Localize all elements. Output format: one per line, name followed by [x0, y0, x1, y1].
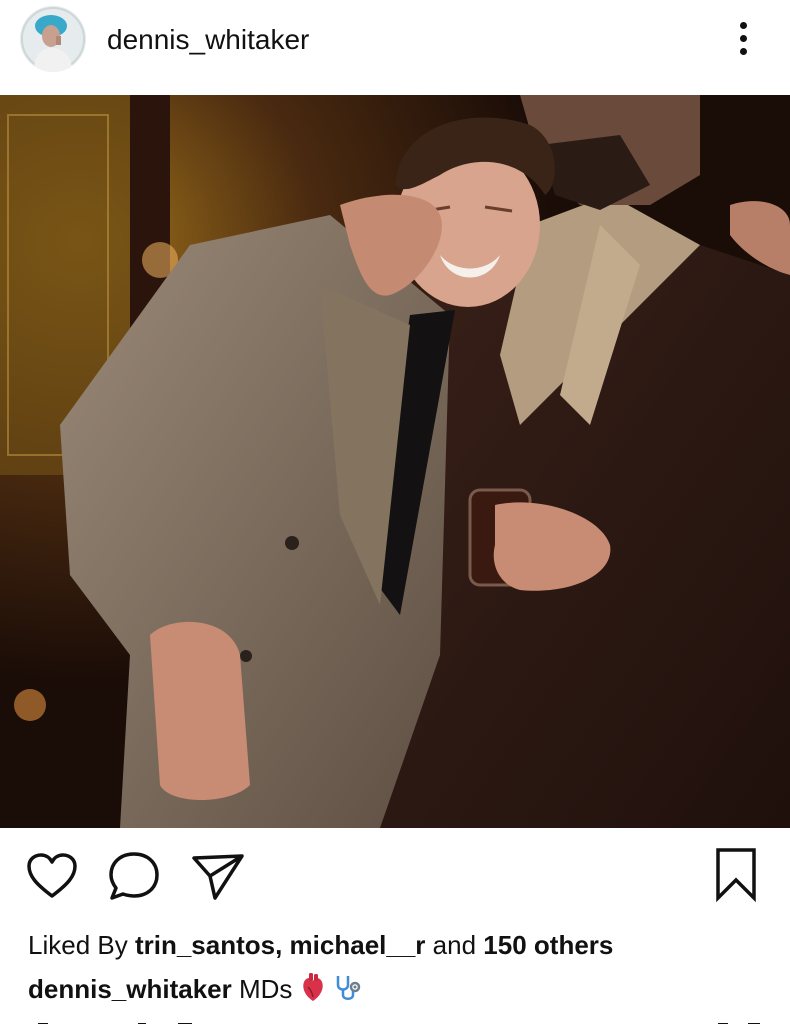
liked-by-text: Liked By trin_santos, michael__r and 150…: [28, 928, 613, 962]
caption-username[interactable]: dennis_whitaker: [28, 974, 232, 1004]
liked-by-prefix: Liked By: [28, 930, 128, 960]
comment-icon[interactable]: [106, 848, 162, 904]
caption-text: MDs: [238, 974, 293, 1004]
liked-by-others[interactable]: 150 others: [483, 930, 613, 960]
send-icon[interactable]: [190, 848, 246, 904]
bookmark-icon[interactable]: [708, 846, 764, 902]
post-photo[interactable]: [0, 95, 790, 828]
avatar-image: [20, 6, 86, 72]
post-header: dennis_whitaker: [0, 0, 790, 95]
post-photo-image: [0, 95, 790, 828]
liked-by-middle: and: [432, 930, 477, 960]
stethoscope-icon: [333, 973, 363, 1011]
heart-icon[interactable]: [24, 848, 80, 904]
more-options-icon[interactable]: [728, 16, 758, 60]
liked-by-users[interactable]: trin_santos, michael__r: [135, 930, 425, 960]
action-bar: [0, 828, 790, 928]
anatomical-heart-icon: [300, 973, 326, 1011]
post-caption: dennis_whitaker MDs: [28, 972, 363, 1011]
cutoff-comment-line: [28, 1016, 768, 1024]
avatar[interactable]: [20, 6, 86, 72]
post-username[interactable]: dennis_whitaker: [107, 22, 309, 58]
